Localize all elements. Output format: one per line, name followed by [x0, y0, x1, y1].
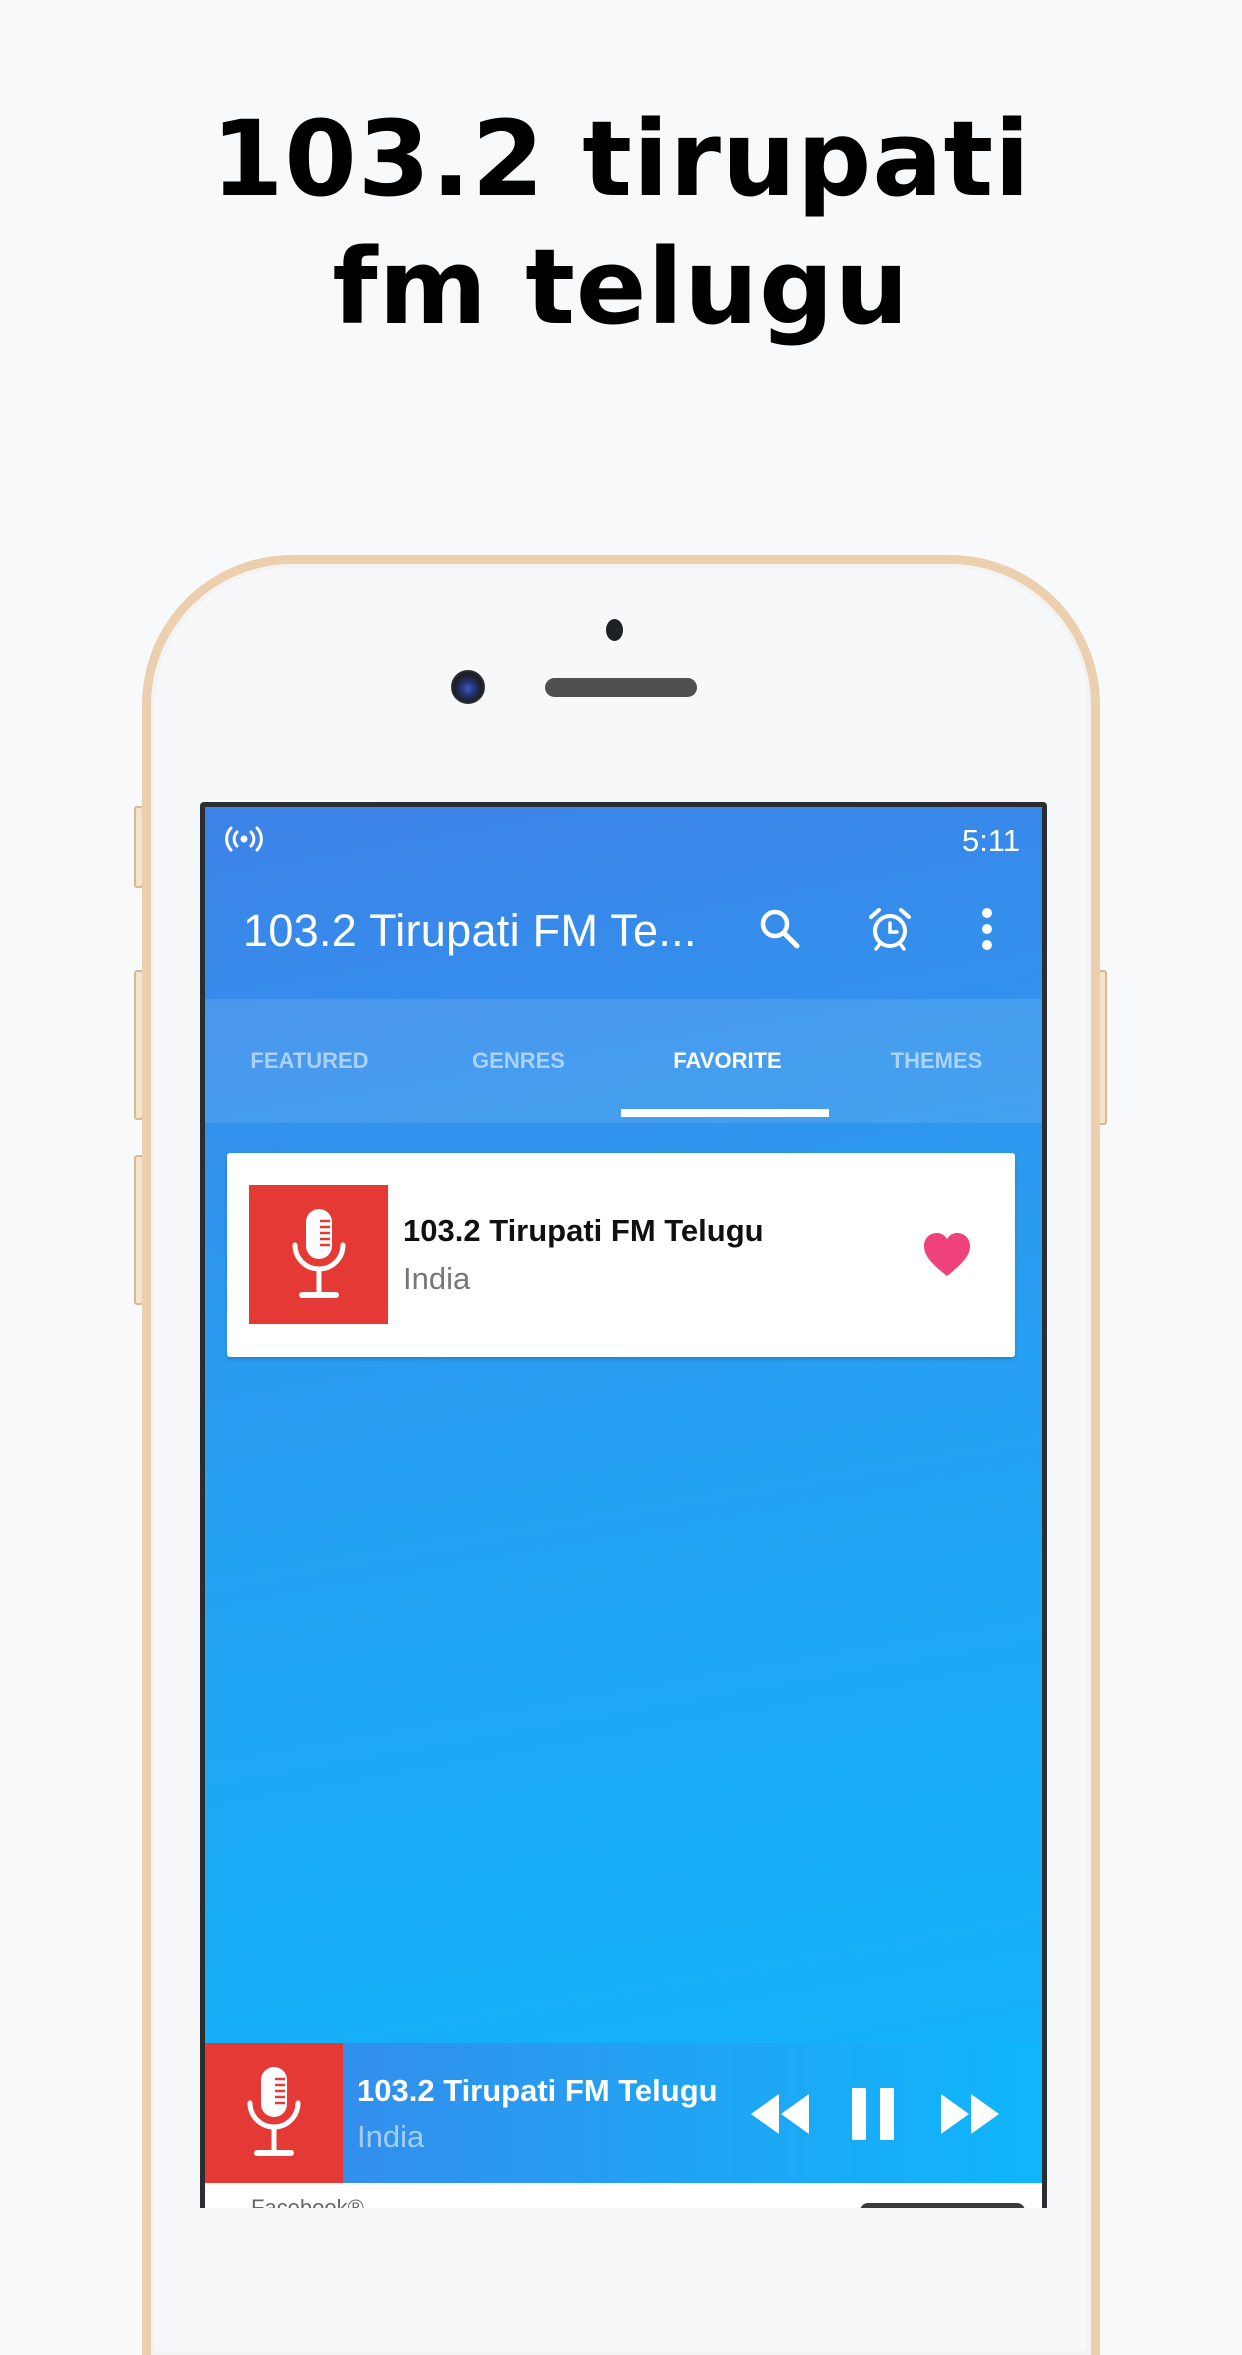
proximity-sensor [606, 619, 623, 641]
station-country: India [403, 1261, 471, 1296]
ad-label: Facebook® [251, 2195, 364, 2208]
phone-screen: 5:11 103.2 Tirupati FM Te... FEATURED GE… [200, 802, 1047, 2208]
fast-forward-icon [941, 2094, 999, 2134]
microphone-icon [247, 2067, 301, 2156]
status-bar: 5:11 [205, 807, 1042, 869]
rewind-button[interactable] [745, 2079, 815, 2149]
tab-favorite[interactable]: FAVORITE [623, 999, 832, 1123]
tab-bar: FEATURED GENRES FAVORITE THEMES [205, 999, 1042, 1123]
now-playing-thumbnail [205, 2043, 343, 2183]
favorite-toggle-button[interactable] [917, 1225, 977, 1285]
ad-cta-button[interactable] [860, 2203, 1025, 2208]
search-icon [760, 909, 800, 949]
station-thumbnail [249, 1185, 388, 1324]
now-playing-bar[interactable]: 103.2 Tirupati FM Telugu India [205, 2043, 1042, 2183]
front-camera [451, 670, 485, 704]
promo-title-line-2: fm telugu [332, 226, 910, 348]
app-title: 103.2 Tirupati FM Te... [243, 905, 697, 956]
microphone-icon [292, 1208, 345, 1298]
fast-forward-button[interactable] [935, 2079, 1005, 2149]
pause-button[interactable] [843, 2079, 903, 2149]
station-name: 103.2 Tirupati FM Telugu [403, 1213, 764, 1248]
now-playing-country: India [357, 2119, 425, 2154]
more-vert-icon [982, 908, 992, 950]
promo-title-line-1: 103.2 tirupati [211, 98, 1031, 220]
active-tab-indicator [621, 1109, 829, 1117]
tab-genres[interactable]: GENRES [414, 999, 623, 1123]
tab-themes[interactable]: THEMES [832, 999, 1041, 1123]
favorite-station-card[interactable]: 103.2 Tirupati FM Telugu India [227, 1153, 1015, 1357]
heart-icon [924, 1233, 970, 1276]
promo-title: 103.2 tirupati fm telugu [0, 95, 1242, 351]
earpiece-speaker [545, 678, 697, 697]
tab-featured[interactable]: FEATURED [205, 999, 414, 1123]
status-time: 5:11 [961, 823, 1020, 858]
alarm-clock-icon [869, 908, 911, 951]
ad-banner[interactable]: Facebook® [205, 2183, 1042, 2208]
app-screen: 5:11 103.2 Tirupati FM Te... FEATURED GE… [205, 807, 1042, 2208]
broadcast-icon [225, 826, 263, 852]
now-playing-station-name: 103.2 Tirupati FM Telugu [357, 2073, 718, 2108]
rewind-icon [751, 2094, 809, 2134]
search-button[interactable] [750, 899, 810, 959]
app-bar: 103.2 Tirupati FM Te... [205, 869, 1042, 999]
overflow-menu-button[interactable] [957, 899, 1017, 959]
pause-icon [852, 2088, 894, 2140]
alarm-button[interactable] [860, 899, 920, 959]
